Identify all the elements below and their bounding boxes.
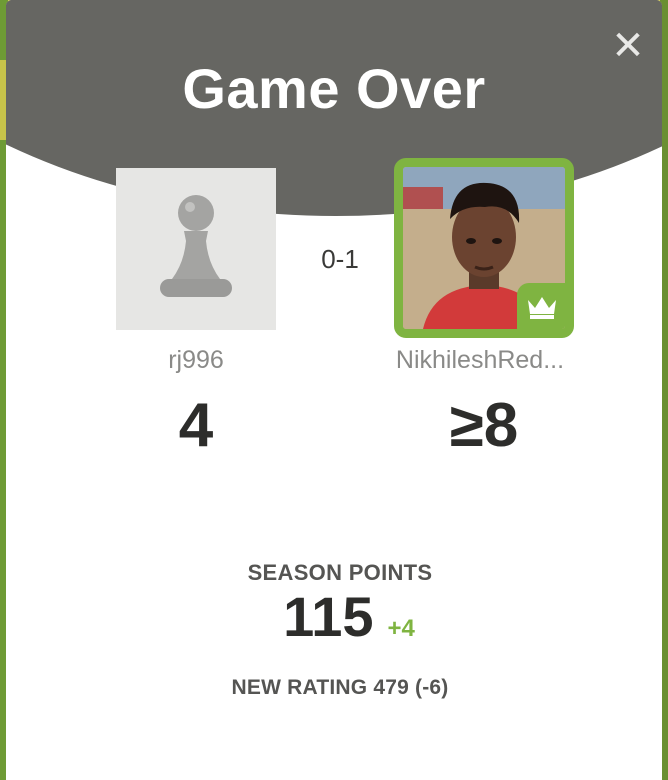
season-points-value: 115	[283, 585, 374, 648]
pawn-icon	[160, 195, 232, 297]
player-right-avatar[interactable]	[394, 158, 574, 338]
player-right-name[interactable]: NikhileshRed...	[370, 346, 590, 375]
season-points-row: 115 +4	[0, 584, 668, 649]
crown-icon	[517, 283, 565, 329]
player-left-rating-change: 4	[178, 391, 214, 460]
season-points-gain: +4	[387, 615, 415, 642]
game-result: 0-1	[321, 244, 359, 274]
close-icon[interactable]: ✕	[610, 26, 646, 66]
player-right-rating-change: ≥8	[449, 391, 519, 460]
modal-title: Game Over	[182, 57, 486, 120]
player-left-name[interactable]: rj996	[96, 346, 296, 375]
season-points-label: SEASON POINTS	[247, 560, 433, 585]
new-rating-text: NEW RATING 479 (-6)	[231, 676, 449, 699]
player-left-avatar[interactable]	[116, 168, 276, 330]
